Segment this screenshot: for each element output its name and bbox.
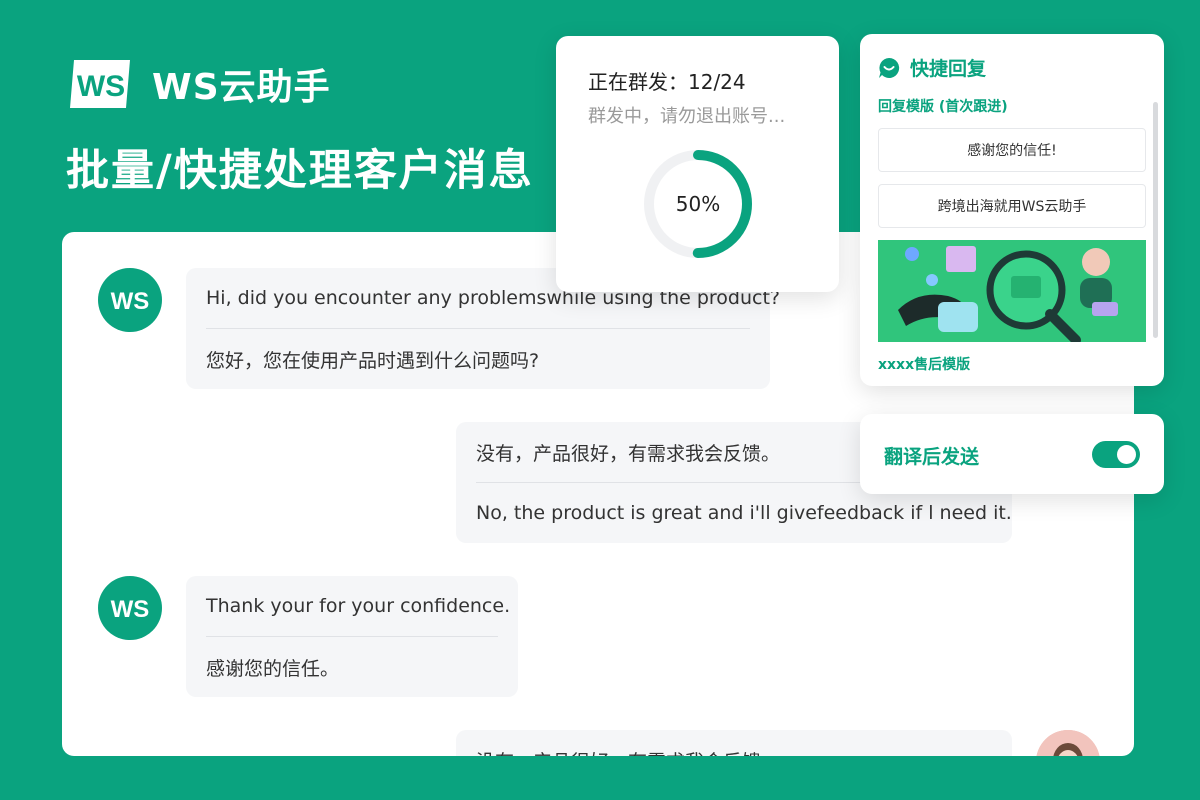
message-bubble: 没有，产品很好，有需求我会反馈。 — [456, 730, 1012, 756]
quick-reply-item[interactable]: 感谢您的信任! — [878, 128, 1146, 172]
progress-subtitle: 群发中，请勿退出账号... — [588, 106, 786, 127]
reply-image-caption: xxxx售后模版 — [878, 357, 971, 373]
quick-reply-title: 快捷回复 — [910, 58, 987, 80]
user-avatar — [1036, 730, 1100, 756]
progress-percent: 50% — [675, 192, 721, 216]
translate-send-toggle[interactable] — [1092, 441, 1140, 468]
message-line: 没有，产品很好，有需求我会反馈。 — [476, 730, 992, 757]
ws-logo-icon: WS — [66, 56, 136, 112]
reply-template-label: 回复模版 (首次跟进) — [878, 99, 1008, 115]
user-portrait-icon — [1036, 730, 1100, 756]
ws-avatar-icon: WS — [111, 596, 150, 622]
quick-reply-item[interactable]: 跨境出海就用WS云助手 — [878, 184, 1146, 228]
page-headline: 批量/快捷处理客户消息 — [66, 146, 534, 196]
progress-title: 正在群发：12/24 — [588, 70, 746, 94]
toggle-knob — [1117, 445, 1136, 464]
message-line: Thank your for your confidence. — [206, 595, 511, 617]
translate-send-card: 翻译后发送 — [860, 414, 1164, 494]
message-bubble: Thank your for your confidence. 感谢您的信任。 — [186, 576, 518, 697]
translate-send-label: 翻译后发送 — [884, 446, 980, 468]
ws-avatar-icon: WS — [111, 288, 150, 314]
reply-template-image[interactable] — [878, 240, 1146, 342]
quick-reply-scrollbar[interactable] — [1153, 102, 1158, 338]
svg-text:WS: WS — [111, 288, 150, 314]
chat-bubble-icon — [879, 57, 900, 78]
quick-reply-card: 快捷回复 回复模版 (首次跟进) 感谢您的信任! 跨境出海就用WS云助手 xxx… — [860, 34, 1164, 386]
broadcast-progress-card: 正在群发：12/24 群发中，请勿退出账号... 50% — [556, 36, 839, 292]
svg-text:WS: WS — [111, 596, 150, 622]
message-line: 您好，您在使用产品时遇到什么问题吗? — [206, 349, 540, 372]
search-illustration-icon — [878, 240, 1146, 342]
message-line: 感谢您的信任。 — [206, 657, 340, 680]
brand-name: WS云助手 — [152, 67, 331, 108]
svg-text:WS: WS — [77, 70, 125, 103]
quick-reply-header: 快捷回复 — [878, 54, 986, 81]
ws-avatar: WS — [98, 268, 162, 332]
brand-header: WS WS云助手 — [66, 56, 331, 112]
ws-avatar: WS — [98, 576, 162, 640]
